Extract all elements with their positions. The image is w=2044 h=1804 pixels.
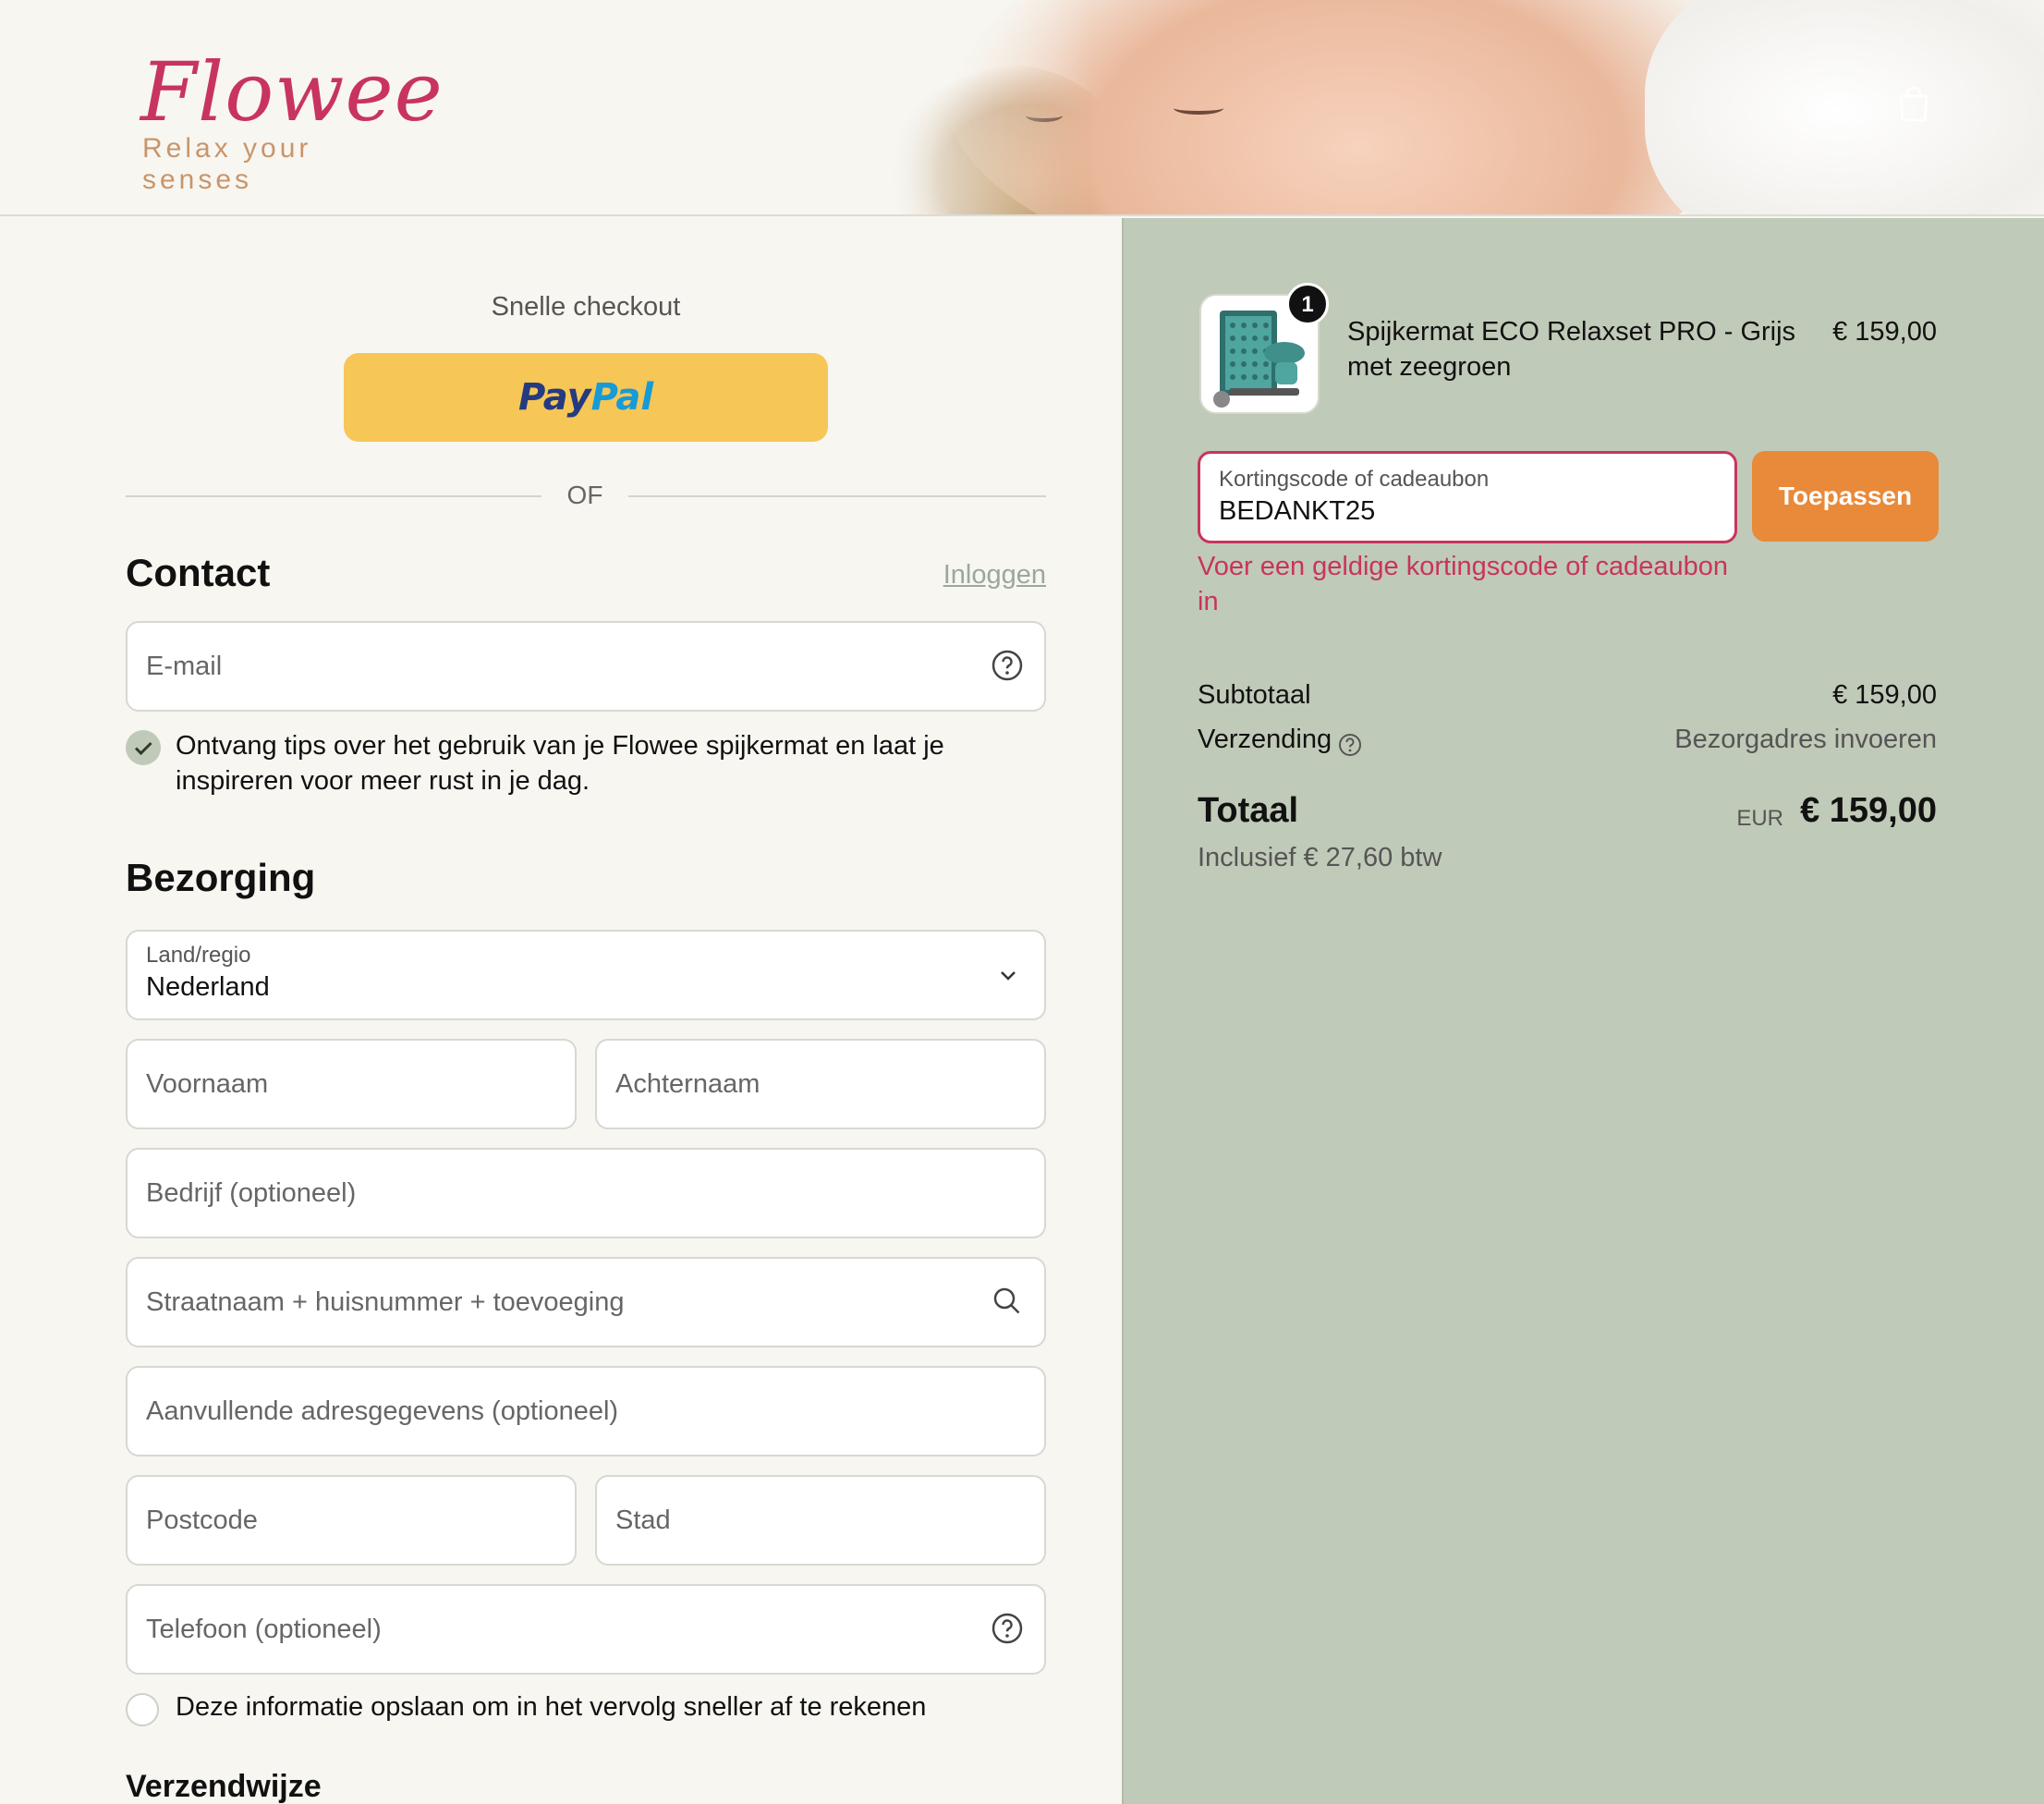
postcode-placeholder: Postcode bbox=[146, 1505, 258, 1535]
login-link[interactable]: Inloggen bbox=[943, 560, 1046, 591]
phone-placeholder: Telefoon (optioneel) bbox=[146, 1615, 382, 1644]
divider bbox=[628, 495, 1046, 497]
company-field[interactable]: Bedrijf (optioneel) bbox=[126, 1148, 1046, 1238]
newsletter-label: Ontvang tips over het gebruik van je Flo… bbox=[176, 731, 944, 796]
total-currency: EUR bbox=[1736, 806, 1783, 831]
postcode-field[interactable]: Postcode bbox=[126, 1475, 577, 1566]
tax-note: Inclusief € 27,60 btw bbox=[1198, 843, 1442, 872]
shipping-value: Bezorgadres invoeren bbox=[1674, 725, 1937, 754]
header: Flowee Relax your senses bbox=[0, 0, 2044, 216]
email-placeholder: E-mail bbox=[146, 652, 223, 681]
paypal-logo-pay: Pay bbox=[517, 376, 591, 419]
hero-eye-shape bbox=[1174, 102, 1223, 115]
country-value: Nederland bbox=[146, 972, 270, 1002]
shipping-label: Verzending bbox=[1198, 725, 1332, 754]
newsletter-checkbox[interactable] bbox=[126, 730, 161, 765]
check-icon bbox=[134, 741, 152, 756]
logo-tagline: Relax your senses bbox=[142, 133, 312, 195]
phone-field[interactable]: Telefoon (optioneel) bbox=[126, 1584, 1046, 1675]
or-divider-text: OF bbox=[566, 481, 603, 509]
product-name: Spijkermat ECO Relaxset PRO - Grijs met … bbox=[1347, 317, 1796, 382]
email-field[interactable]: E-mail bbox=[126, 621, 1046, 712]
save-info-label: Deze informatie opslaan om in het vervol… bbox=[176, 1692, 927, 1722]
address-extra-placeholder: Aanvullende adresgegevens (optioneel) bbox=[146, 1396, 619, 1426]
search-icon bbox=[993, 1287, 1020, 1314]
save-info-checkbox[interactable] bbox=[126, 1693, 159, 1726]
discount-code-value: BEDANKT25 bbox=[1219, 496, 1376, 526]
shipping-method-heading: Verzendwijze bbox=[126, 1769, 322, 1804]
question-circle-icon[interactable] bbox=[991, 649, 1024, 682]
chevron-down-icon bbox=[1001, 971, 1016, 981]
city-field[interactable]: Stad bbox=[595, 1475, 1046, 1566]
logo[interactable]: Flowee Relax your senses bbox=[140, 48, 443, 196]
country-label: Land/regio bbox=[146, 943, 251, 968]
divider bbox=[126, 495, 541, 497]
subtotal-label: Subtotaal bbox=[1198, 680, 1311, 710]
logo-wordmark: Flowee bbox=[140, 44, 444, 140]
discount-code-label: Kortingscode of cadeaubon bbox=[1219, 467, 1490, 492]
hero-fade bbox=[887, 0, 1090, 214]
hero-image bbox=[887, 0, 2044, 214]
hero-shirt-shape bbox=[1645, 0, 2044, 214]
first-name-field[interactable]: Voornaam bbox=[126, 1039, 577, 1129]
discount-error-message: Voer een geldige kortingscode of cadeaub… bbox=[1198, 552, 1728, 616]
street-placeholder: Straatnaam + huisnummer + toevoeging bbox=[146, 1287, 625, 1317]
question-circle-icon[interactable] bbox=[1338, 733, 1362, 757]
subtotal-value: € 159,00 bbox=[1832, 680, 1937, 710]
delivery-heading: Bezorging bbox=[126, 856, 316, 899]
product-price: € 159,00 bbox=[1832, 317, 1937, 347]
country-select[interactable]: Land/regio Nederland bbox=[126, 930, 1046, 1020]
last-name-placeholder: Achternaam bbox=[615, 1069, 760, 1099]
address-extra-field[interactable]: Aanvullende adresgegevens (optioneel) bbox=[126, 1366, 1046, 1457]
paypal-logo-pal: Pal bbox=[590, 376, 654, 419]
apply-discount-button[interactable]: Toepassen bbox=[1752, 451, 1939, 542]
question-circle-icon[interactable] bbox=[991, 1612, 1024, 1645]
discount-code-field[interactable]: Kortingscode of cadeaubon BEDANKT25 bbox=[1198, 451, 1737, 543]
last-name-field[interactable]: Achternaam bbox=[595, 1039, 1046, 1129]
first-name-placeholder: Voornaam bbox=[146, 1069, 269, 1099]
total-label: Totaal bbox=[1198, 791, 1299, 830]
city-placeholder: Stad bbox=[615, 1505, 671, 1535]
order-summary: 1 Spijkermat ECO Relaxset PRO - Grijs me… bbox=[1122, 218, 2044, 1804]
company-placeholder: Bedrijf (optioneel) bbox=[146, 1178, 357, 1208]
quick-checkout-title: Snelle checkout bbox=[491, 292, 681, 322]
quantity-badge: 1 bbox=[1286, 283, 1329, 325]
contact-heading: Contact bbox=[126, 551, 271, 594]
street-field[interactable]: Straatnaam + huisnummer + toevoeging bbox=[126, 1257, 1046, 1347]
total-value: € 159,00 bbox=[1800, 791, 1937, 830]
paypal-button[interactable]: PayPal bbox=[344, 353, 828, 442]
shopping-bag-icon[interactable] bbox=[1896, 85, 1931, 122]
